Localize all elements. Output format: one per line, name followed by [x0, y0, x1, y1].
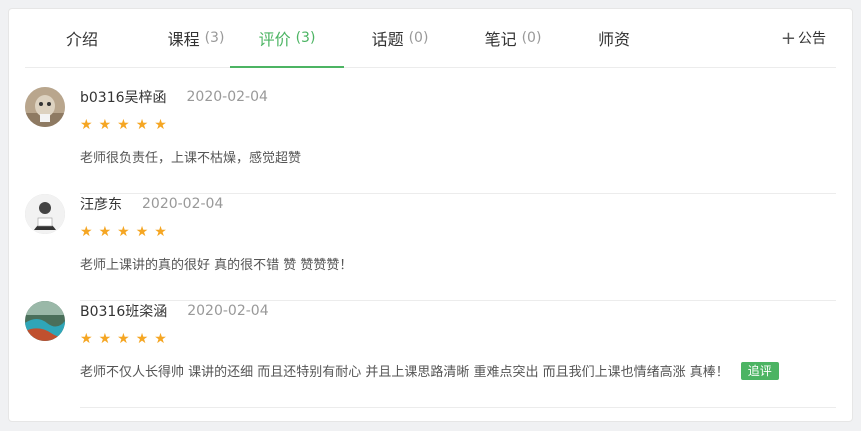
- review-username[interactable]: 汪彦东: [80, 194, 122, 214]
- avatar-landscape-icon: [25, 301, 65, 341]
- tab-reviews[interactable]: 评价 (3): [230, 9, 344, 68]
- star-icon: ★: [80, 331, 93, 347]
- tab-notes[interactable]: 笔记 (0): [456, 9, 570, 67]
- star-icon: ★: [117, 331, 130, 347]
- notice-label: 公告: [798, 31, 826, 47]
- star-icon: ★: [117, 117, 130, 133]
- tab-label: 评价: [258, 30, 291, 49]
- star-icon: ★: [154, 117, 167, 133]
- review-text-row: 老师上课讲的真的很好 真的很不错 赞 赞赞赞！: [80, 254, 836, 273]
- review-date: 2020-02-04: [186, 89, 268, 105]
- star-icon: ★: [135, 117, 149, 133]
- star-icon: ★: [98, 117, 112, 133]
- star-icon: ★: [154, 331, 167, 347]
- review-text: 老师不仅人长得帅 课讲的还细 而且还特别有耐心 并且上课思路清晰 重难点突出 而…: [80, 365, 729, 380]
- tab-label: 师资: [597, 30, 630, 49]
- review-text: 老师上课讲的真的很好 真的很不错 赞 赞赞赞！: [80, 258, 353, 273]
- tab-intro[interactable]: 介绍: [25, 9, 139, 67]
- star-icon: ★: [154, 224, 167, 240]
- star-icon: ★: [117, 224, 130, 240]
- review-meta: 汪彦东 2020-02-04: [80, 194, 836, 214]
- star-rating: ★ ★ ★ ★ ★: [80, 331, 836, 347]
- review-meta: B0316班栥涵 2020-02-04: [80, 301, 836, 321]
- review-text-row: 老师不仅人长得帅 课讲的还细 而且还特别有耐心 并且上课思路清晰 重难点突出 而…: [80, 361, 836, 380]
- tab-label: 课程: [167, 30, 200, 49]
- star-icon: ★: [80, 117, 93, 133]
- star-icon: ★: [135, 331, 149, 347]
- avatar-cat-icon: [25, 87, 65, 127]
- tab-label: 笔记: [484, 30, 517, 49]
- tab-label: 话题: [371, 30, 404, 49]
- review-body: 汪彦东 2020-02-04 ★ ★ ★ ★ ★ 老师上课讲的真的很好 真的很不…: [80, 194, 836, 273]
- tab-count: (3): [295, 30, 316, 46]
- star-rating: ★ ★ ★ ★ ★: [80, 224, 836, 240]
- star-icon: ★: [98, 224, 112, 240]
- star-icon: ★: [135, 224, 149, 240]
- star-icon: ★: [98, 331, 112, 347]
- star-icon: ★: [80, 224, 93, 240]
- avatar[interactable]: [25, 87, 65, 127]
- review-text-row: 老师很负责任，上课不枯燥，感觉超赞: [80, 147, 836, 166]
- review-text: 老师很负责任，上课不枯燥，感觉超赞: [80, 151, 302, 166]
- notice-button[interactable]: + 公告: [781, 9, 826, 67]
- plus-icon: +: [780, 27, 796, 49]
- divider: [80, 407, 836, 408]
- follow-up-review-button[interactable]: 追评: [740, 361, 779, 380]
- review-username[interactable]: B0316班栥涵: [80, 301, 167, 321]
- avatar[interactable]: [25, 301, 65, 341]
- avatar[interactable]: [25, 194, 65, 234]
- review-meta: b0316吴梓函 2020-02-04: [80, 87, 836, 107]
- tab-topics[interactable]: 话题 (0): [343, 9, 457, 67]
- review-username[interactable]: b0316吴梓函: [80, 87, 167, 107]
- tab-bar: 介绍 课程 (3) 评价 (3) 话题 (0) 笔记 (0) 师资 + 公告: [25, 9, 836, 68]
- review-body: b0316吴梓函 2020-02-04 ★ ★ ★ ★ ★ 老师很负责任，上课不…: [80, 87, 836, 166]
- avatar-person-icon: [25, 194, 65, 234]
- course-panel: 介绍 课程 (3) 评价 (3) 话题 (0) 笔记 (0) 师资 + 公告 b…: [8, 8, 853, 422]
- review-body: B0316班栥涵 2020-02-04 ★ ★ ★ ★ ★ 老师不仅人长得帅 课…: [80, 301, 836, 380]
- tab-teachers[interactable]: 师资: [557, 9, 671, 67]
- tab-count: (3): [204, 30, 225, 46]
- review-date: 2020-02-04: [187, 303, 269, 319]
- review-date: 2020-02-04: [142, 196, 224, 212]
- star-rating: ★ ★ ★ ★ ★: [80, 117, 836, 133]
- tab-count: (0): [521, 30, 542, 46]
- tab-label: 介绍: [65, 30, 98, 49]
- tab-count: (0): [408, 30, 429, 46]
